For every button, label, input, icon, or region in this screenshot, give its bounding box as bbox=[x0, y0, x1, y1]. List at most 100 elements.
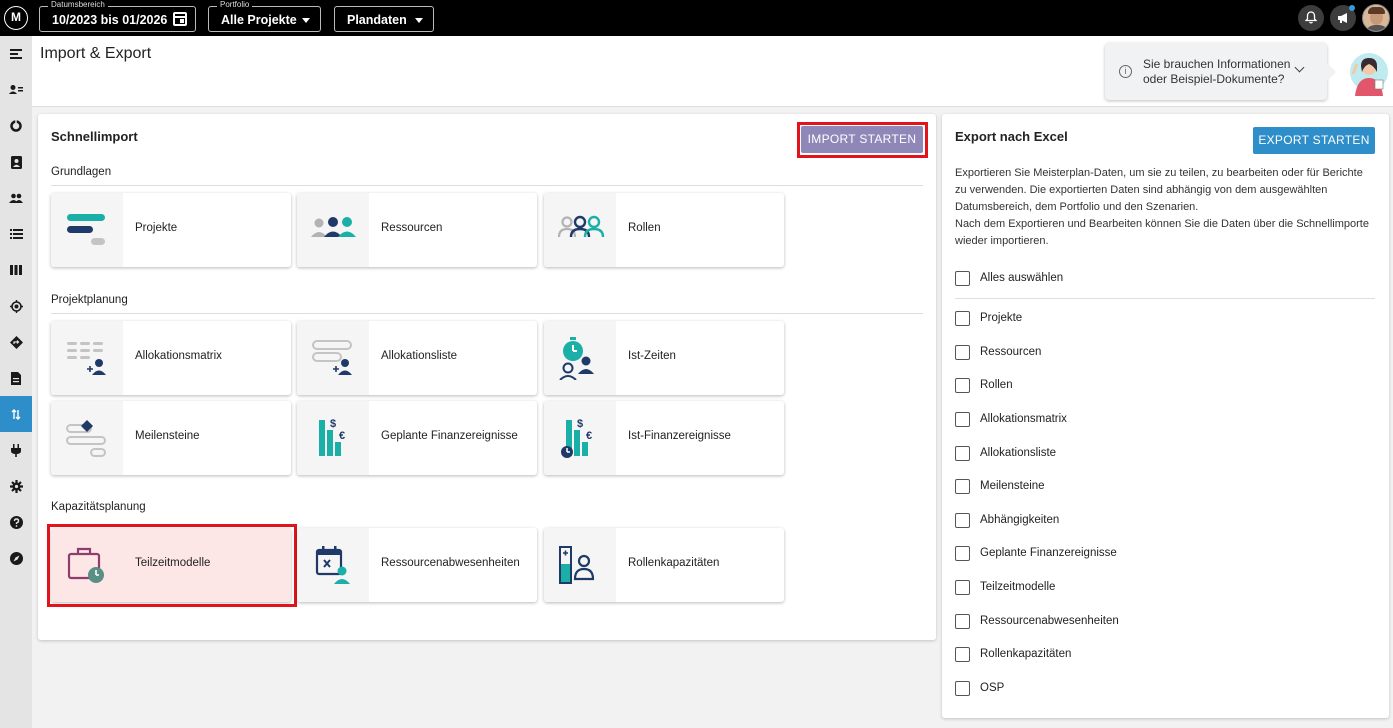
section-label-kapazitaetsplanung: Kapazitätsplanung bbox=[51, 501, 146, 513]
tile-label: Rollen bbox=[628, 222, 661, 234]
divider bbox=[955, 298, 1375, 299]
checkbox-label: Geplante Finanzereignisse bbox=[980, 547, 1117, 559]
checkbox[interactable] bbox=[955, 647, 970, 662]
list-icon[interactable] bbox=[0, 216, 32, 252]
portfolio-value: Alle Projekte bbox=[221, 13, 297, 27]
checkbox-label: Allokationsliste bbox=[980, 447, 1057, 459]
bell-icon[interactable] bbox=[1298, 5, 1324, 31]
scenario-value: Plandaten bbox=[347, 13, 407, 27]
tile-allokationsmatrix[interactable]: Allokationsmatrix bbox=[51, 321, 291, 395]
resource-absence-icon bbox=[297, 528, 369, 602]
checkbox-label: Meilensteine bbox=[980, 480, 1045, 492]
tile-ressourcenabwesenheiten[interactable]: Ressourcenabwesenheiten bbox=[297, 528, 537, 602]
checkbox[interactable] bbox=[955, 446, 970, 461]
resources-people-icon bbox=[297, 193, 369, 267]
checkbox[interactable] bbox=[955, 412, 970, 427]
megaphone-icon[interactable] bbox=[1330, 5, 1356, 31]
tile-ist-finanzereignisse[interactable]: $ € Ist-Finanzereignisse bbox=[544, 401, 784, 475]
menu-icon[interactable] bbox=[0, 36, 32, 72]
tile-ressourcen[interactable]: Ressourcen bbox=[297, 193, 537, 267]
target-icon[interactable] bbox=[0, 288, 32, 324]
portfolio-select[interactable]: Portfolio Alle Projekte bbox=[208, 0, 321, 32]
allocation-list-icon bbox=[297, 321, 369, 395]
tile-geplante-finanzereignisse[interactable]: $ € Geplante Finanzereignisse bbox=[297, 401, 537, 475]
scenario-select[interactable]: Plandaten bbox=[334, 6, 434, 32]
chevron-down-icon bbox=[302, 18, 310, 23]
checkbox-label: Alles auswählen bbox=[980, 272, 1064, 284]
export-start-button[interactable]: EXPORT STARTEN bbox=[1253, 127, 1375, 154]
tile-meilensteine[interactable]: Meilensteine bbox=[51, 401, 291, 475]
chart-donut-icon[interactable] bbox=[0, 108, 32, 144]
chevron-down-icon[interactable] bbox=[1294, 62, 1305, 73]
export-panel: Export nach Excel EXPORT STARTEN Exporti… bbox=[942, 114, 1389, 718]
checkbox[interactable] bbox=[955, 580, 970, 595]
tile-rollenkapazitaeten[interactable]: Rollenkapazitäten bbox=[544, 528, 784, 602]
help-info-line1: Sie brauchen Informationen bbox=[1143, 57, 1291, 71]
help-icon[interactable] bbox=[0, 504, 32, 540]
user-avatar[interactable] bbox=[1362, 4, 1390, 32]
portfolio-label: Portfolio bbox=[217, 0, 253, 10]
section-label-grundlagen: Grundlagen bbox=[51, 166, 112, 178]
help-info-text: Sie brauchen Informationen oder Beispiel… bbox=[1143, 57, 1290, 87]
actual-time-icon bbox=[544, 321, 616, 395]
tile-projekte[interactable]: Projekte bbox=[51, 193, 291, 267]
tile-rollen[interactable]: Rollen bbox=[544, 193, 784, 267]
tile-label: Rollenkapazitäten bbox=[628, 557, 720, 569]
milestone-icon bbox=[51, 401, 123, 475]
compass-icon[interactable] bbox=[0, 540, 32, 576]
tile-label: Meilensteine bbox=[135, 430, 200, 442]
tile-label: Ist-Zeiten bbox=[628, 350, 676, 362]
tile-allokationsliste[interactable]: Allokationsliste bbox=[297, 321, 537, 395]
date-range-picker[interactable]: Datumsbereich 10/2023 bis 01/2026 bbox=[39, 0, 196, 32]
checkbox-label: Rollen bbox=[980, 379, 1013, 391]
section-label-projektplanung: Projektplanung bbox=[51, 294, 128, 306]
calendar-icon[interactable] bbox=[173, 12, 187, 26]
page-header: Import & Export i Sie brauchen Informati… bbox=[32, 36, 1393, 107]
tile-label: Allokationsliste bbox=[381, 350, 458, 362]
checkbox[interactable] bbox=[955, 681, 970, 696]
checkbox[interactable] bbox=[955, 271, 970, 286]
svg-text:€: € bbox=[339, 430, 345, 442]
checkbox[interactable] bbox=[955, 479, 970, 494]
checkbox[interactable] bbox=[955, 345, 970, 360]
divider bbox=[51, 185, 923, 186]
plug-icon[interactable] bbox=[0, 432, 32, 468]
allocation-matrix-icon bbox=[51, 321, 123, 395]
svg-text:$: $ bbox=[330, 418, 336, 430]
checkbox[interactable] bbox=[955, 614, 970, 629]
app-logo[interactable]: M bbox=[4, 6, 28, 30]
checkbox[interactable] bbox=[955, 311, 970, 326]
tile-label: Ressourcen bbox=[381, 222, 443, 234]
actual-finance-icon: $ € bbox=[544, 401, 616, 475]
direction-sign-icon[interactable] bbox=[0, 324, 32, 360]
export-description-p1: Exportieren Sie Meisterplan-Daten, um si… bbox=[955, 167, 1363, 213]
chevron-down-icon bbox=[415, 18, 423, 23]
checkbox[interactable] bbox=[955, 513, 970, 528]
assistant-illustration bbox=[1350, 53, 1388, 96]
export-description-p2: Nach dem Exportieren und Bearbeiten könn… bbox=[955, 218, 1369, 247]
checkbox-label: Ressourcen bbox=[980, 346, 1042, 358]
svg-text:$: $ bbox=[577, 418, 583, 430]
quick-import-panel: Schnellimport IMPORT STARTEN Grundlagen … bbox=[38, 114, 936, 640]
project-bars-icon bbox=[51, 193, 123, 267]
svg-text:€: € bbox=[586, 430, 592, 442]
swap-vertical-icon[interactable] bbox=[0, 396, 32, 432]
checkbox-label: Teilzeitmodelle bbox=[980, 581, 1056, 593]
gear-icon[interactable] bbox=[0, 468, 32, 504]
page-title: Import & Export bbox=[40, 45, 152, 62]
contact-card-icon[interactable] bbox=[0, 144, 32, 180]
tile-ist-zeiten[interactable]: Ist-Zeiten bbox=[544, 321, 784, 395]
document-icon[interactable] bbox=[0, 360, 32, 396]
tile-label: Ist-Finanzereignisse bbox=[628, 430, 731, 442]
person-list-icon[interactable] bbox=[0, 72, 32, 108]
help-info-box[interactable]: i Sie brauchen Informationen oder Beispi… bbox=[1105, 43, 1336, 100]
import-start-button[interactable]: IMPORT STARTEN bbox=[801, 126, 923, 153]
checkbox[interactable] bbox=[955, 546, 970, 561]
quick-import-title: Schnellimport bbox=[51, 129, 138, 144]
checkbox[interactable] bbox=[955, 378, 970, 393]
date-range-value: 10/2023 bis 01/2026 bbox=[52, 13, 168, 27]
checkbox-label: Projekte bbox=[980, 312, 1023, 324]
columns-icon[interactable] bbox=[0, 252, 32, 288]
people-icon[interactable] bbox=[0, 180, 32, 216]
tile-label: Projekte bbox=[135, 222, 178, 234]
